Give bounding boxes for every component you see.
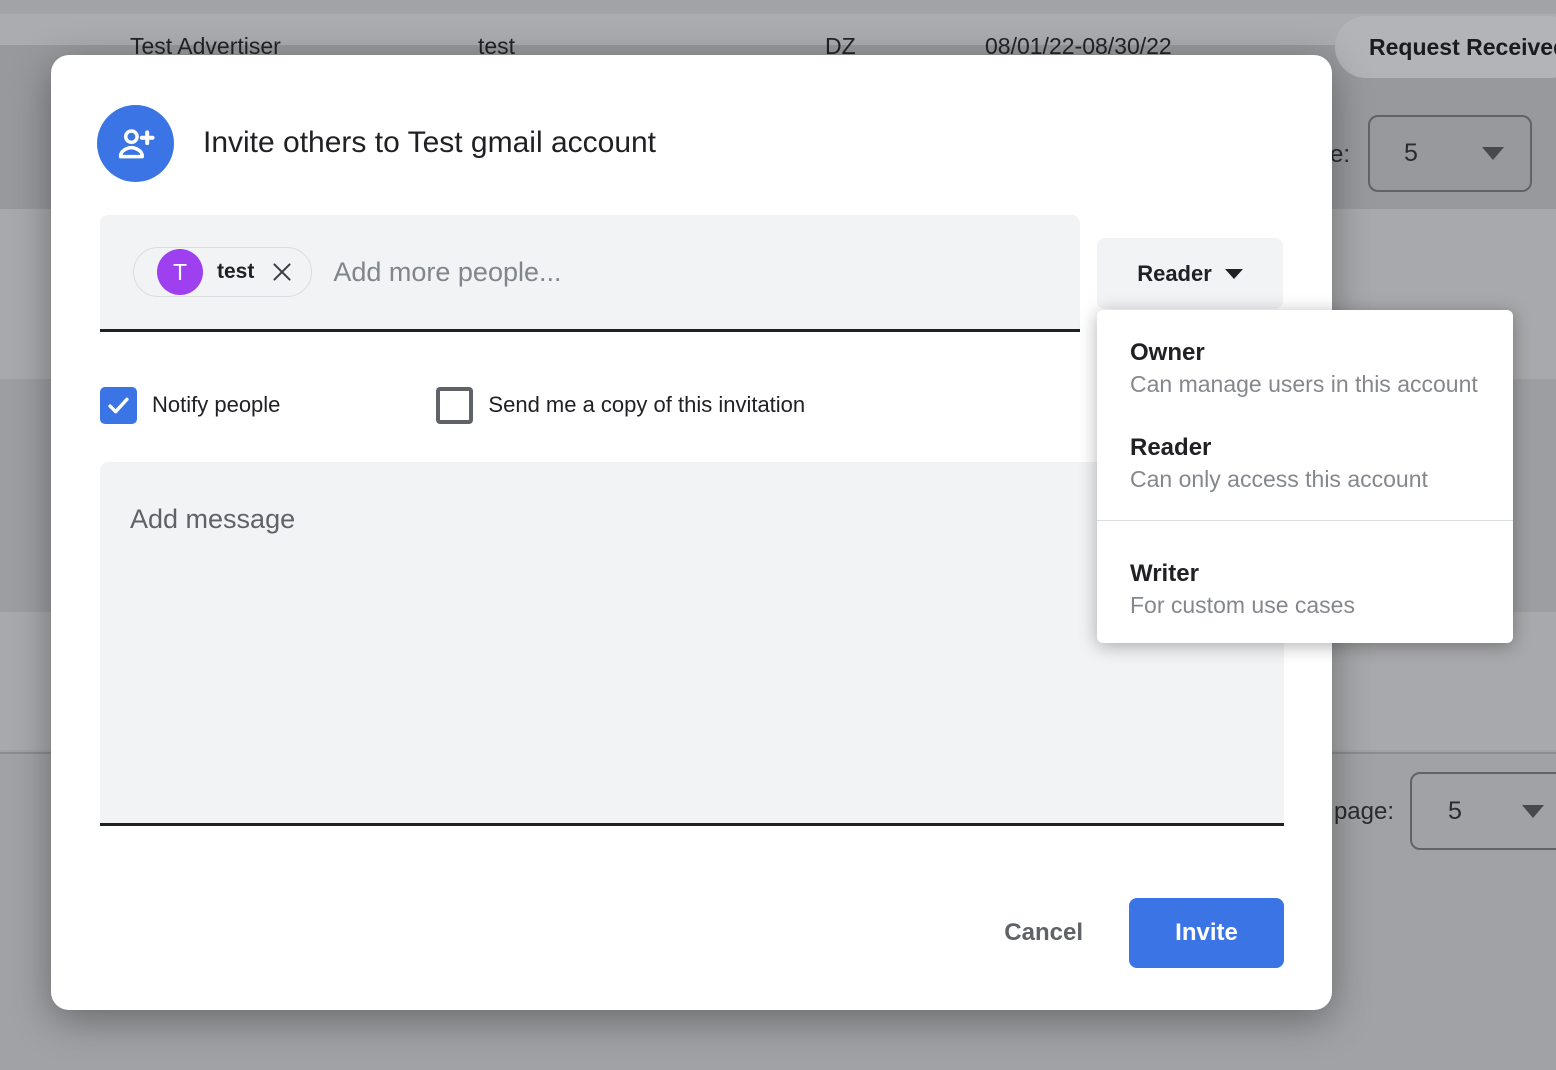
role-menu: Owner Can manage users in this account R… [1097, 310, 1513, 643]
dialog-actions: Cancel Invite [980, 898, 1284, 968]
status-badge[interactable]: Request Received [1335, 16, 1556, 78]
role-menu-item-owner[interactable]: Owner Can manage users in this account [1097, 332, 1513, 405]
screen: Test Advertiser test DZ 08/01/22-08/30/2… [0, 0, 1556, 1070]
avatar: T [157, 249, 203, 295]
role-menu-item-reader[interactable]: Reader Can only access this account [1097, 427, 1513, 500]
role-description: Can only access this account [1130, 463, 1480, 495]
background-band [0, 0, 1556, 14]
role-title: Owner [1130, 337, 1480, 368]
role-description: For custom use cases [1130, 589, 1480, 621]
people-field[interactable]: T test [100, 215, 1080, 332]
role-menu-item-writer[interactable]: Writer For custom use cases [1097, 553, 1513, 626]
menu-divider [1097, 520, 1513, 521]
add-people-input[interactable] [333, 257, 1080, 288]
page-size-select[interactable]: 5 [1410, 772, 1556, 850]
send-copy-checkbox[interactable] [436, 387, 473, 424]
notification-options: Notify people Send me a copy of this inv… [100, 386, 805, 424]
checkmark-icon [105, 392, 132, 419]
person-add-icon [97, 105, 174, 182]
page-size-value: 5 [1404, 139, 1418, 168]
role-description: Can manage users in this account [1130, 368, 1480, 400]
chevron-down-icon [1522, 805, 1544, 818]
role-dropdown-label: Reader [1137, 261, 1212, 287]
page-size-select[interactable]: 5 [1368, 115, 1532, 192]
role-dropdown-button[interactable]: Reader [1097, 238, 1283, 309]
close-icon[interactable] [269, 259, 295, 285]
chevron-down-icon [1225, 269, 1243, 279]
dialog-title: Invite others to Test gmail account [203, 126, 656, 160]
page-size-value: 5 [1448, 797, 1462, 826]
chevron-down-icon [1482, 147, 1504, 160]
chip-label: test [217, 260, 254, 284]
send-copy-label: Send me a copy of this invitation [488, 392, 805, 418]
invite-button[interactable]: Invite [1129, 898, 1284, 968]
recipient-chip[interactable]: T test [133, 247, 312, 297]
status-badge-label: Request Received [1369, 34, 1556, 61]
cancel-button[interactable]: Cancel [980, 898, 1107, 968]
role-title: Reader [1130, 432, 1480, 463]
role-title: Writer [1130, 558, 1480, 589]
notify-people-checkbox[interactable] [100, 387, 137, 424]
notify-people-label: Notify people [152, 392, 280, 418]
